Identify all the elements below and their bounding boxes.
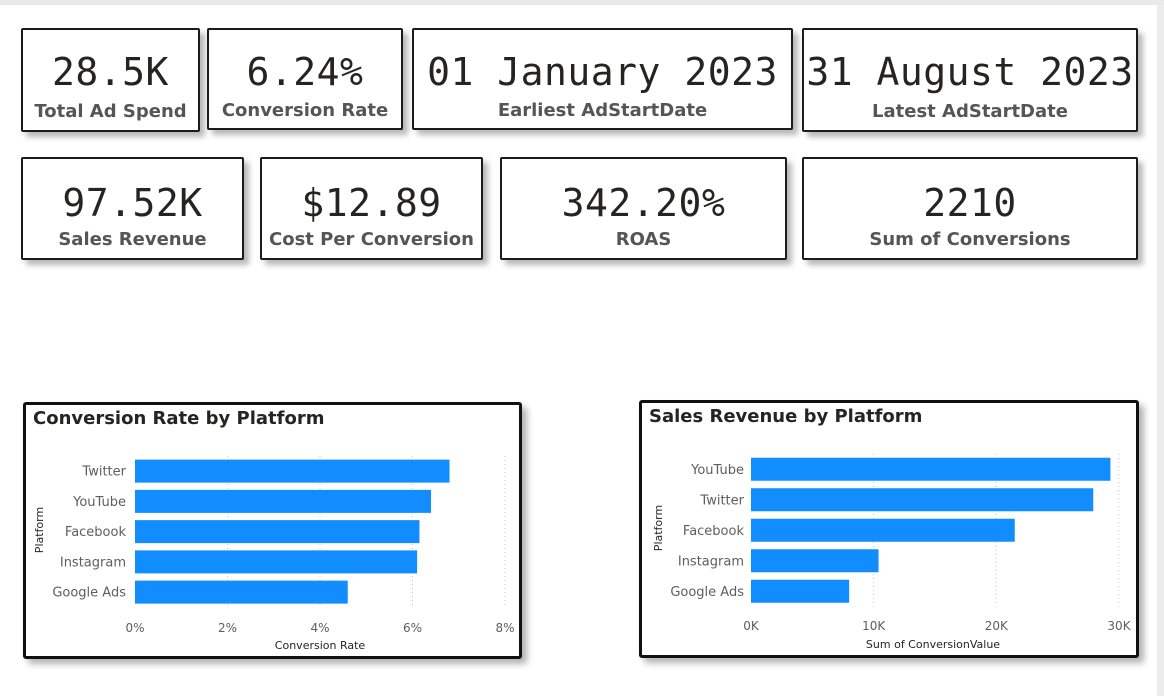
x-tick-label: 20K bbox=[985, 619, 1009, 633]
sales-revenue-bar-chart: 0K 10K 20K 30K YouTube Twitter Facebook Instagr… bbox=[652, 454, 1132, 651]
kpi-card-roas[interactable]: 342.20% ROAS bbox=[500, 157, 787, 260]
kpi-card-latest-adstartdate[interactable]: 31 August 2023 Latest AdStartDate bbox=[802, 28, 1138, 132]
x-tick-label: 8% bbox=[495, 621, 514, 635]
x-tick-label: 6% bbox=[403, 621, 422, 635]
x-tick-label: 10K bbox=[862, 619, 886, 633]
category-label: Instagram bbox=[678, 554, 744, 569]
kpi-value: 31 August 2023 bbox=[806, 50, 1134, 94]
x-axis-title: Conversion Rate bbox=[275, 639, 366, 652]
kpi-value: 6.24% bbox=[246, 50, 364, 94]
kpi-value: 01 January 2023 bbox=[427, 50, 778, 94]
bar-youtube bbox=[751, 457, 1111, 481]
kpi-card-earliest-adstartdate[interactable]: 01 January 2023 Earliest AdStartDate bbox=[412, 28, 793, 130]
bar-facebook bbox=[135, 520, 420, 544]
right-scroll-strip bbox=[1157, 5, 1164, 696]
x-tick-label: 0% bbox=[125, 621, 144, 635]
bar-instagram bbox=[135, 550, 418, 574]
bar-instagram bbox=[751, 549, 879, 573]
kpi-value: 97.52K bbox=[62, 181, 203, 225]
kpi-label: Cost Per Conversion bbox=[269, 229, 474, 250]
x-tick-label: 30K bbox=[1107, 619, 1131, 633]
bar-facebook bbox=[751, 518, 1015, 542]
sales-revenue-by-platform-chart[interactable]: Sales Revenue by Platform 0K 10K 20K 30K You… bbox=[639, 400, 1139, 658]
bar-twitter bbox=[135, 459, 450, 483]
bar-google-ads bbox=[751, 579, 850, 603]
bar-twitter bbox=[751, 488, 1094, 512]
x-tick-label: 2% bbox=[218, 621, 237, 635]
top-strip bbox=[0, 0, 1164, 5]
kpi-card-sales-revenue[interactable]: 97.52K Sales Revenue bbox=[21, 157, 244, 260]
kpi-card-sum-of-conversions[interactable]: 2210 Sum of Conversions bbox=[802, 157, 1138, 260]
category-label: Facebook bbox=[65, 525, 127, 540]
kpi-label: Sales Revenue bbox=[58, 229, 207, 250]
category-label: Instagram bbox=[60, 555, 126, 570]
conversion-rate-bar-chart: 0% 2% 4% 6% 8% Twitter YouTube Facebook Instagra… bbox=[33, 456, 515, 652]
kpi-value: 342.20% bbox=[561, 181, 726, 225]
kpi-value: $12.89 bbox=[301, 181, 442, 225]
bar-youtube bbox=[135, 489, 431, 513]
category-label: Twitter bbox=[699, 493, 744, 508]
category-label: Google Ads bbox=[670, 585, 744, 600]
kpi-value: 28.5K bbox=[52, 50, 169, 94]
kpi-label: Latest AdStartDate bbox=[872, 101, 1068, 122]
kpi-label: Total Ad Spend bbox=[34, 101, 187, 122]
kpi-card-total-ad-spend[interactable]: 28.5K Total Ad Spend bbox=[21, 28, 200, 132]
x-tick-label: 4% bbox=[310, 621, 329, 635]
conversion-rate-by-platform-chart[interactable]: Conversion Rate by Platform 0% 2% 4% 6% 8% Tw… bbox=[23, 402, 522, 659]
kpi-card-cost-per-conversion[interactable]: $12.89 Cost Per Conversion bbox=[260, 157, 483, 260]
x-tick-label: 0K bbox=[743, 619, 760, 633]
category-label: Twitter bbox=[81, 465, 126, 480]
kpi-value: 2210 bbox=[923, 181, 1017, 225]
kpi-label: Earliest AdStartDate bbox=[497, 100, 708, 121]
kpi-label: ROAS bbox=[615, 229, 672, 250]
kpi-card-conversion-rate[interactable]: 6.24% Conversion Rate bbox=[207, 28, 403, 130]
y-axis-title: Platform bbox=[652, 505, 665, 551]
bar-google-ads bbox=[135, 580, 348, 604]
x-axis-title: Sum of ConversionValue bbox=[866, 638, 1000, 651]
y-axis-title: Platform bbox=[33, 507, 46, 553]
category-label: YouTube bbox=[690, 463, 744, 478]
kpi-label: Sum of Conversions bbox=[869, 229, 1071, 250]
category-label: Facebook bbox=[683, 524, 745, 539]
category-label: YouTube bbox=[72, 495, 126, 510]
category-label: Google Ads bbox=[52, 586, 126, 601]
kpi-label: Conversion Rate bbox=[221, 100, 389, 121]
